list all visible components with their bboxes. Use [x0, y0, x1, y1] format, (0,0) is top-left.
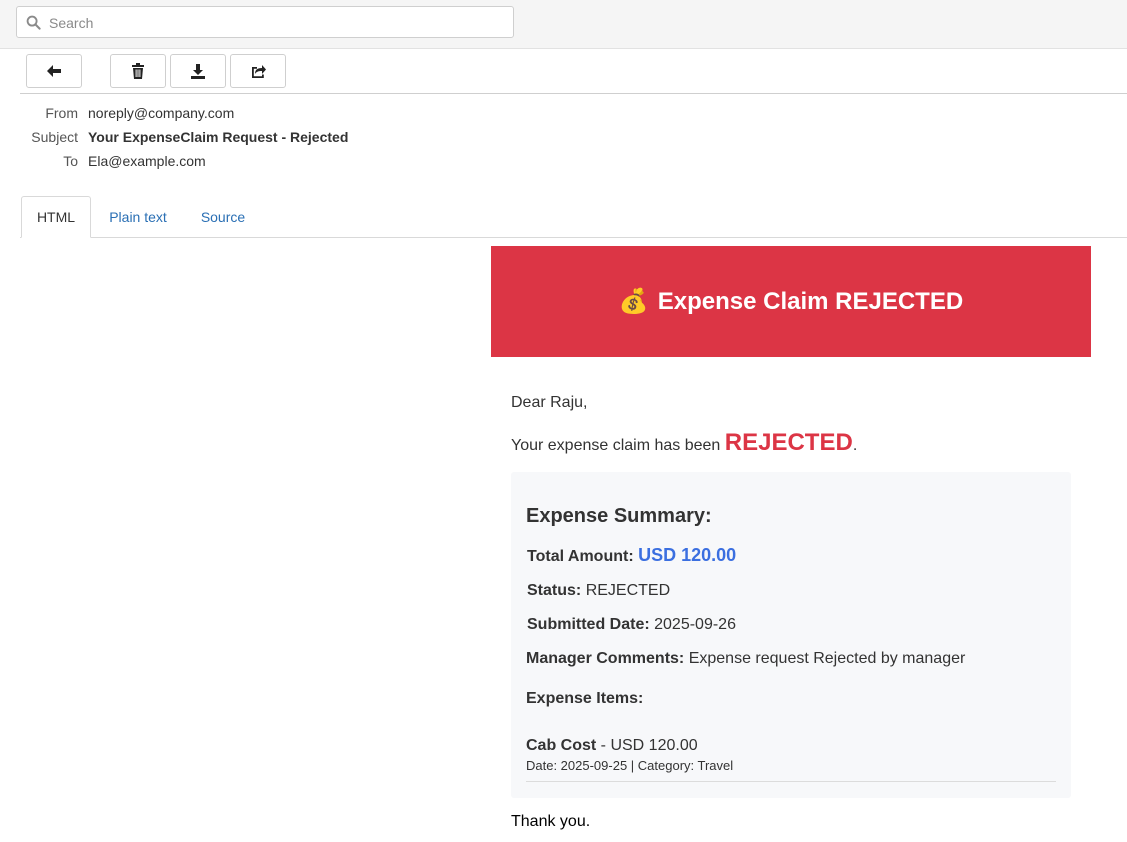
items-title: Expense Items:: [526, 690, 644, 707]
submitted-label: Submitted Date:: [527, 616, 650, 633]
status-line: Your expense claim has been REJECTED.: [511, 429, 857, 457]
forward-icon: [251, 65, 266, 78]
from-label: From: [45, 105, 78, 121]
to-label: To: [63, 153, 78, 169]
status-row: Status: REJECTED: [527, 582, 670, 600]
expense-item: Cab Cost - USD 120.00: [526, 737, 698, 754]
total-value: USD 120.00: [638, 545, 737, 565]
from-value: noreply@company.com: [88, 105, 235, 121]
tab-source[interactable]: Source: [191, 196, 255, 238]
message-toolbar: [0, 49, 1127, 93]
submitted-value: 2025-09-26: [654, 616, 736, 633]
banner-title: Expense Claim REJECTED: [657, 287, 964, 315]
top-bar: [0, 0, 1127, 49]
tab-plain-text[interactable]: Plain text: [101, 196, 175, 238]
subject-value: Your ExpenseClaim Request - Rejected: [88, 129, 349, 145]
search-input[interactable]: [47, 7, 511, 39]
item-divider: [526, 781, 1056, 782]
closing-text: Thank you.: [511, 813, 591, 830]
item-meta: Date: 2025-09-25 | Category: Travel: [526, 758, 734, 773]
search-box[interactable]: [16, 6, 514, 39]
from-row: From noreply@company.com: [0, 105, 700, 127]
arrow-left-icon: [47, 65, 61, 77]
trash-icon: [132, 63, 144, 79]
comments-label: Manager Comments:: [526, 650, 685, 667]
download-button[interactable]: [170, 54, 226, 88]
view-tabs: HTML Plain text Source: [0, 196, 1127, 238]
summary-title: Expense Summary:: [526, 505, 712, 527]
tab-html[interactable]: HTML: [21, 196, 91, 238]
forward-button[interactable]: [230, 54, 286, 88]
item-name: Cab Cost: [526, 737, 597, 754]
manager-comments-row: Manager Comments: Expense request Reject…: [526, 650, 965, 668]
status-word: REJECTED: [724, 429, 853, 456]
toolbar-divider: [20, 93, 1127, 94]
email-body: 💰 Expense Claim REJECTED Dear Raju, Your…: [491, 246, 1091, 830]
status-label: Status:: [527, 582, 582, 599]
subject-row: Subject Your ExpenseClaim Request - Reje…: [0, 129, 700, 151]
submitted-date-row: Submitted Date: 2025-09-26: [527, 616, 736, 634]
email-banner: 💰 Expense Claim REJECTED: [491, 246, 1091, 357]
download-icon: [191, 63, 205, 79]
status-value: REJECTED: [585, 582, 671, 599]
delete-button[interactable]: [110, 54, 166, 88]
status-suffix: .: [852, 437, 858, 454]
to-row: To Ela@example.com: [0, 153, 700, 175]
total-amount-row: Total Amount: USD 120.00: [527, 545, 736, 566]
status-prefix: Your expense claim has been: [511, 437, 725, 454]
item-amount: USD 120.00: [610, 737, 698, 754]
expense-summary-box: Expense Summary: Total Amount: USD 120.0…: [511, 472, 1071, 798]
greeting: Dear Raju,: [511, 394, 588, 411]
back-button[interactable]: [26, 54, 82, 88]
money-bag-icon: 💰: [618, 288, 649, 315]
to-value: Ela@example.com: [88, 153, 206, 169]
subject-label: Subject: [31, 129, 78, 145]
total-label: Total Amount:: [527, 548, 634, 565]
search-icon: [26, 15, 41, 30]
comments-value: Expense request Rejected by manager: [688, 650, 966, 667]
tabs-underline: [20, 237, 1127, 238]
